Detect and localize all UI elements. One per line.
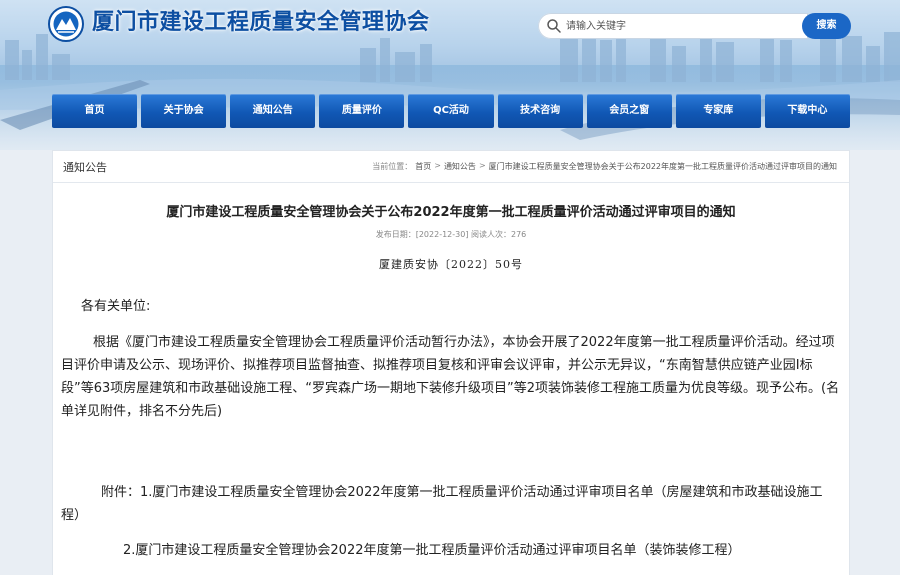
search-button[interactable]: 搜索 [802,13,851,39]
greeting: 各有关单位: [81,299,151,314]
search-box [538,13,808,39]
attachment-1[interactable]: 附件：1.厦门市建设工程质量安全管理协会2022年度第一批工程质量评价活动通过评… [61,481,841,527]
nav-item-about[interactable]: 关于协会 [141,94,227,128]
breadcrumb: 当前位置： 首页 > 通知公告 > 厦门市建设工程质量安全管理协会关于公布202… [372,161,837,172]
nav-item-quality-evaluation[interactable]: 质量评价 [319,94,405,128]
article-meta: 发布日期：[2022-12-30] 阅读人次：276 [375,230,527,239]
attachment-2[interactable]: 2.厦门市建设工程质量安全管理协会2022年度第一批工程质量评价活动通过评审项目… [123,539,900,562]
nav-item-downloads[interactable]: 下载中心 [764,94,850,128]
panel-header: 通知公告 当前位置： 首页 > 通知公告 > 厦门市建设工程质量安全管理协会关于… [53,151,849,183]
paragraph-text: 根据《厦门市建设工程质量安全管理协会工程质量评价活动暂行办法》，本协会开展了20… [61,335,840,419]
site-title[interactable]: 厦门市建设工程质量安全管理协会 [92,7,430,39]
breadcrumb-label: 当前位置： [372,162,413,171]
breadcrumb-separator: > [434,161,441,170]
article-title: 厦门市建设工程质量安全管理协会关于公布2022年度第一批工程质量评价活动通过评审… [166,205,736,220]
document-number: 厦建质安协〔2022〕50号 [379,258,523,271]
section-title: 通知公告 [63,161,107,174]
nav-item-technical-consulting[interactable]: 技术咨询 [497,94,583,128]
breadcrumb-current[interactable]: 厦门市建设工程质量安全管理协会关于公布2022年度第一批工程质量评价活动通过评审… [489,161,837,172]
association-logo-icon[interactable] [48,6,84,42]
nav-item-home[interactable]: 首页 [52,94,138,128]
nav-item-qc-activity[interactable]: QC活动 [408,94,494,128]
search-icon [547,19,561,33]
header-banner: 厦门市建设工程质量安全管理协会 搜索 首页 关于协会 通知公告 质量评价 QC活… [0,0,900,150]
nav-item-experts[interactable]: 专家库 [675,94,761,128]
breadcrumb-separator: > [478,161,486,170]
content-panel: 通知公告 当前位置： 首页 > 通知公告 > 厦门市建设工程质量安全管理协会关于… [52,150,850,575]
nav-item-notices[interactable]: 通知公告 [230,94,316,128]
article-paragraph: 根据《厦门市建设工程质量安全管理协会工程质量评价活动暂行办法》，本协会开展了20… [61,331,841,423]
search-input[interactable] [566,16,801,36]
nav-item-members[interactable]: 会员之窗 [586,94,672,128]
breadcrumb-section-link[interactable]: 通知公告 [444,161,476,172]
main-nav: 首页 关于协会 通知公告 质量评价 QC活动 技术咨询 会员之窗 专家库 下载中… [52,94,850,128]
city-skyline-image [0,22,900,150]
breadcrumb-home-link[interactable]: 首页 [415,161,431,172]
